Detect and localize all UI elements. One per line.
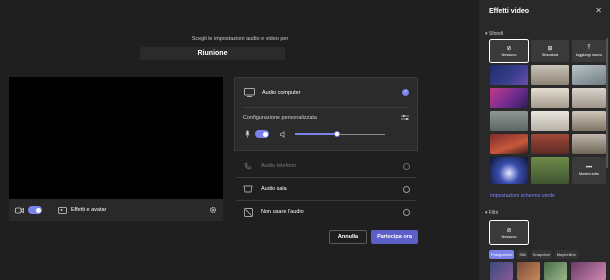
cancel-button[interactable]: Annulla — [329, 230, 367, 244]
video-effects-panel: Effetti video ✕ ▾ Sfondi ⊘ Nessuno ⊞ Sfo… — [479, 0, 610, 280]
background-thumbnail[interactable] — [490, 111, 528, 131]
add-new-background-tile[interactable]: ⤒ Aggiungi nuovo — [572, 40, 606, 62]
filter-tab-snapchat[interactable]: Snapchat — [530, 250, 552, 259]
filter-thumbnail[interactable] — [490, 262, 513, 280]
background-thumbnail[interactable] — [490, 88, 528, 108]
more-icon: ••• — [585, 165, 593, 171]
show-all-backgrounds-tile[interactable]: ••• Mostra tutto — [572, 157, 606, 184]
audio-computer-radio[interactable] — [402, 89, 409, 96]
audio-phone-radio[interactable] — [403, 162, 410, 170]
background-thumbnail[interactable] — [572, 111, 606, 131]
filter-tab-styles[interactable]: Stili — [517, 250, 528, 259]
computer-icon — [243, 88, 255, 98]
background-thumbnail[interactable] — [531, 157, 569, 184]
background-thumbnail[interactable] — [572, 134, 606, 154]
audio-option-phone[interactable]: Audio telefono — [234, 155, 418, 177]
microphone-toggle[interactable] — [255, 130, 269, 138]
effects-panel-title: Effetti video — [489, 8, 530, 15]
slider-fill — [295, 133, 338, 135]
speaker-volume-slider[interactable] — [295, 131, 385, 137]
add-new-label: Aggiungi nuovo — [575, 53, 603, 57]
camera-icon — [15, 207, 24, 214]
audio-options-panel: Audio computer Configurazione personaliz… — [234, 77, 418, 223]
video-preview — [9, 77, 223, 199]
phone-icon — [242, 161, 254, 171]
video-controls-bar: Effetti e avatar — [9, 199, 223, 221]
background-thumbnail[interactable] — [531, 111, 569, 131]
audio-none-radio[interactable] — [403, 208, 410, 216]
background-thumbnail[interactable] — [531, 65, 569, 85]
background-thumbnail[interactable] — [531, 88, 569, 108]
background-thumbnail[interactable] — [572, 88, 606, 108]
background-thumbnail[interactable] — [490, 134, 528, 154]
filter-thumbnail[interactable] — [517, 262, 540, 280]
effects-scrollbar[interactable] — [606, 38, 608, 168]
microphone-icon — [245, 130, 250, 138]
background-thumbnail[interactable] — [572, 65, 606, 85]
filter-tabs: Fotogrammi Stili Snapchat Maybelline — [489, 250, 578, 259]
effects-icon — [58, 206, 67, 214]
no-filter-icon: ⊘ — [506, 227, 512, 234]
meeting-title: Riunione — [140, 47, 285, 60]
green-screen-settings-link[interactable]: Impostazioni schermo verde — [490, 193, 555, 199]
no-background-icon: ⊘ — [506, 46, 512, 52]
audio-phone-label: Audio telefono — [261, 163, 297, 169]
backgrounds-section-label: Sfondi — [488, 31, 504, 37]
audio-room-radio[interactable] — [403, 185, 410, 193]
filter-none-tile[interactable]: ⊘ Nessuno — [489, 220, 529, 245]
sliders-icon[interactable] — [401, 114, 409, 121]
chevron-down-icon: ▾ — [485, 210, 488, 216]
speaker-icon — [280, 130, 287, 138]
audio-computer-settings: Configurazione personalizzata — [234, 107, 418, 151]
filter-thumbnail[interactable] — [571, 262, 606, 280]
custom-config-label[interactable]: Configurazione personalizzata — [243, 115, 317, 121]
camera-toggle[interactable] — [28, 206, 42, 214]
background-blur-tile[interactable]: ⊞ Sfocatura — [531, 40, 569, 62]
background-thumbnail[interactable] — [490, 65, 528, 85]
filter-tab-maybelline[interactable]: Maybelline — [554, 250, 578, 259]
filter-none-label: Nessuno — [501, 234, 517, 239]
backgrounds-section-header[interactable]: ▾ Sfondi — [485, 31, 503, 37]
room-audio-icon — [242, 184, 254, 194]
filters-section-header[interactable]: ▾ Filtri — [485, 210, 498, 216]
audio-option-room[interactable]: Audio sala — [234, 178, 418, 200]
background-thumbnail[interactable] — [531, 134, 569, 154]
filters-section-label: Filtri — [488, 210, 499, 216]
meeting-title-text: Riunione — [197, 50, 228, 57]
audio-option-computer[interactable]: Audio computer — [234, 77, 418, 107]
background-none-label: Nessuno — [501, 53, 517, 57]
audio-none-label: Non usare l'audio — [261, 209, 304, 215]
show-all-label: Mostra tutto — [578, 172, 600, 176]
background-none-tile[interactable]: ⊘ Nessuno — [489, 39, 529, 63]
settings-gear-icon[interactable] — [209, 206, 217, 214]
filter-thumbnail[interactable] — [544, 262, 567, 280]
audio-option-none[interactable]: Non usare l'audio — [234, 201, 418, 223]
filter-tab-frames[interactable]: Fotogrammi — [489, 250, 515, 259]
join-now-button[interactable]: Partecipa ora — [371, 230, 418, 244]
blur-icon: ⊞ — [547, 46, 553, 52]
upload-icon: ⤒ — [587, 45, 591, 51]
audio-computer-label: Audio computer — [262, 89, 301, 96]
chevron-down-icon: ▾ — [485, 31, 488, 37]
prejoin-prompt: Scegli le impostazioni audio e video per — [191, 36, 289, 42]
close-icon[interactable]: ✕ — [595, 6, 602, 15]
background-thumbnail[interactable] — [490, 157, 528, 184]
audio-room-label: Audio sala — [261, 186, 287, 192]
slider-thumb[interactable] — [334, 131, 341, 137]
background-blur-label: Sfocatura — [541, 53, 559, 57]
effects-and-avatars-button[interactable]: Effetti e avatar — [71, 207, 106, 213]
no-audio-icon — [242, 207, 254, 217]
